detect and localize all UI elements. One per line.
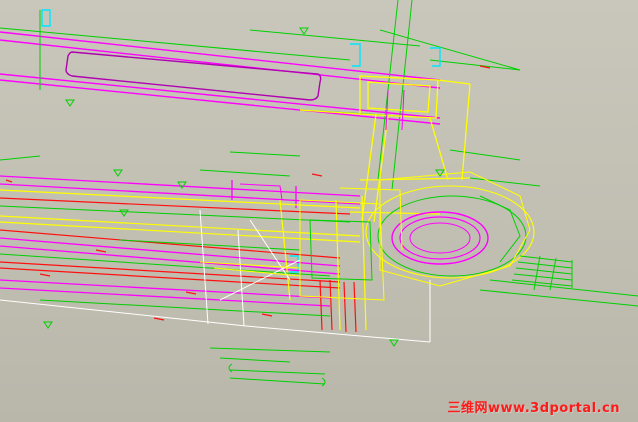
rotary-mechanism xyxy=(365,171,535,287)
middle-rail-green xyxy=(0,205,638,385)
bottom-bracket-right xyxy=(321,377,326,387)
cad-drawing-canvas xyxy=(0,0,638,387)
middle-rail-red xyxy=(0,197,357,333)
upper-green-lines xyxy=(0,0,541,191)
hatched-pad xyxy=(511,255,573,291)
site-watermark: 三维网www.3dportal.cn xyxy=(447,401,620,416)
upper-magenta-rail xyxy=(0,31,441,125)
upper-yellow-bracket xyxy=(299,75,471,223)
bottom-bracket xyxy=(228,363,233,373)
central-cluster xyxy=(199,89,405,301)
cad-viewport[interactable]: 三维网www.3dportal.cn xyxy=(0,0,638,422)
